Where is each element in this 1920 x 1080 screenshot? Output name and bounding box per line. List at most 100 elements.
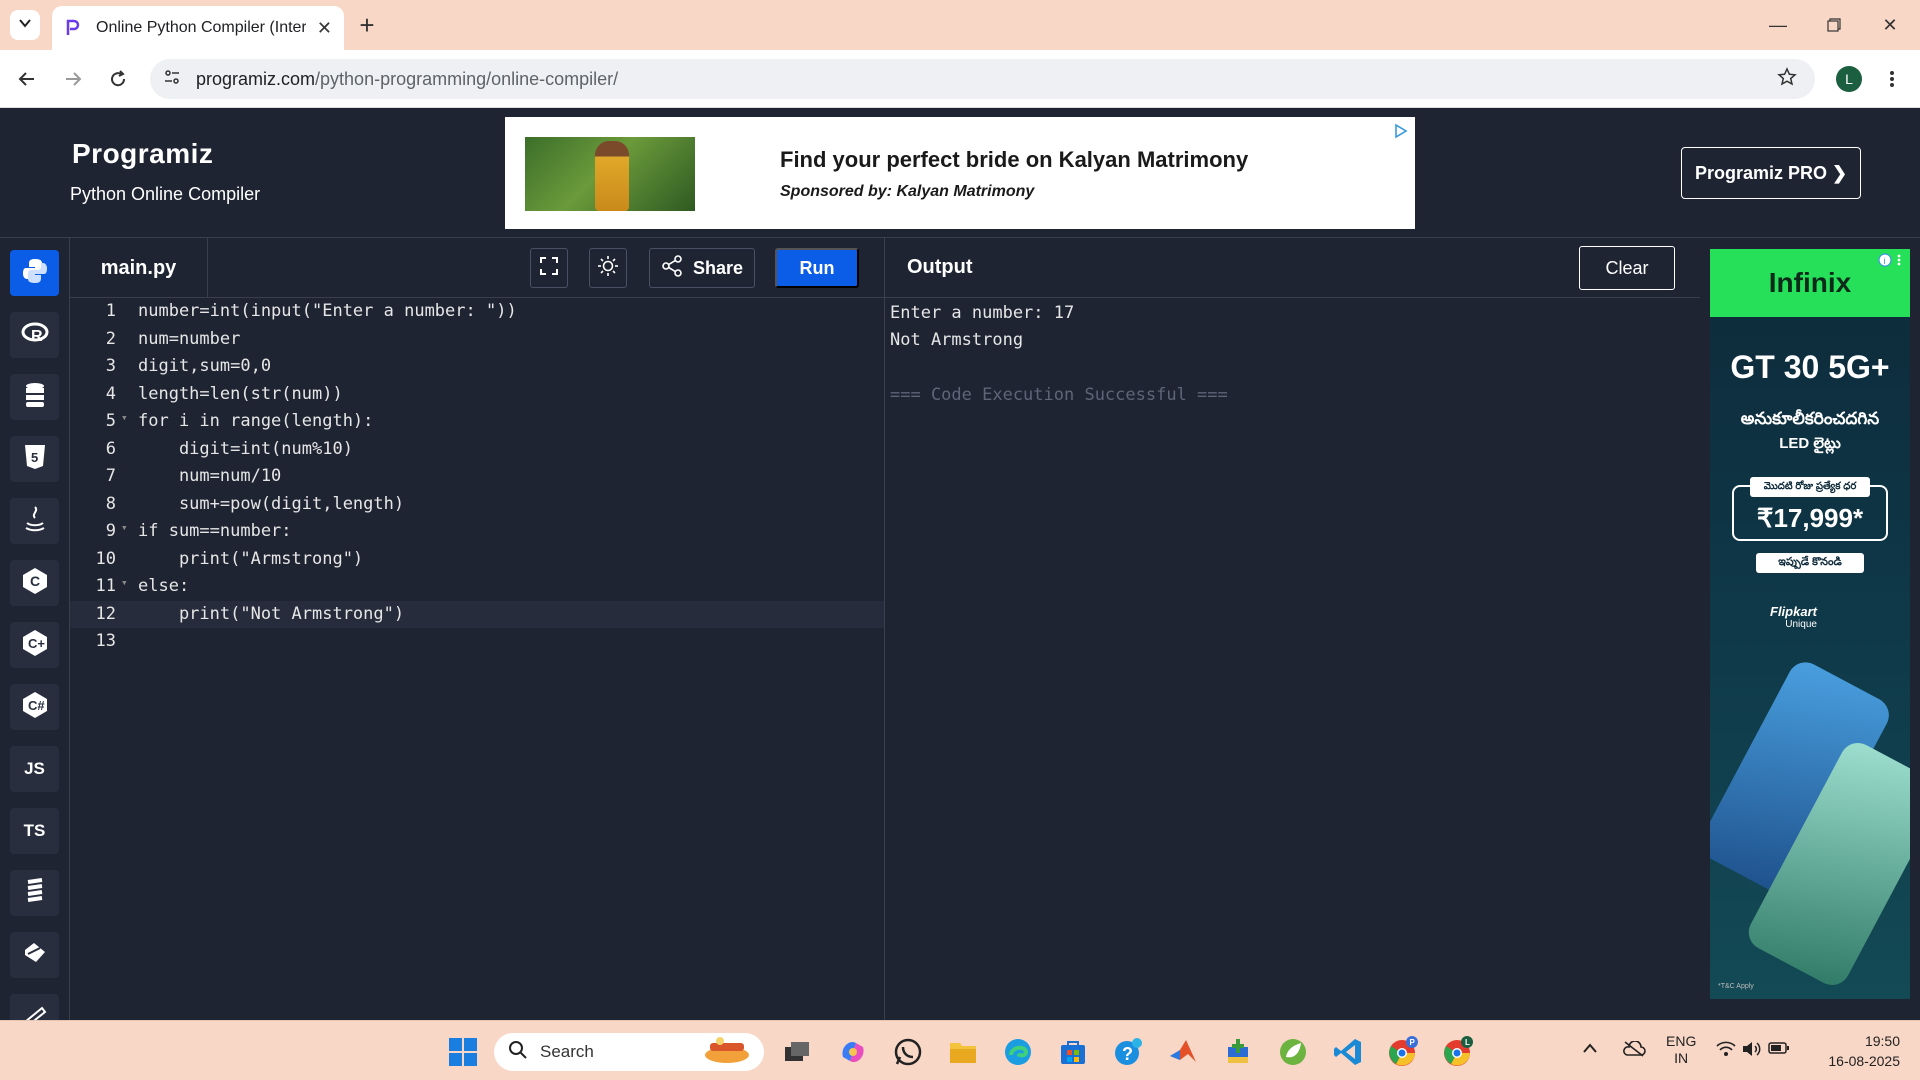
- code-text: sum+=pow(digit,length): [138, 493, 405, 514]
- code-text: length=len(str(num)): [138, 383, 343, 404]
- code-line-active: 12 print("Not Armstrong"): [70, 600, 885, 628]
- output-title: Output: [907, 256, 973, 278]
- reload-button[interactable]: [103, 64, 133, 94]
- chrome-profile-l-icon[interactable]: L: [1441, 1035, 1475, 1069]
- lang-r[interactable]: R: [10, 312, 59, 358]
- input-language[interactable]: ENG IN: [1666, 1033, 1696, 1067]
- taskbar-search[interactable]: Search: [494, 1033, 764, 1071]
- windows-taskbar: Search ? P L ENG IN 19:50 16-08-2025: [0, 1020, 1920, 1080]
- address-bar[interactable]: programiz.com/python-programming/online-…: [150, 59, 1815, 99]
- help-icon[interactable]: ?: [1111, 1035, 1145, 1069]
- ad-choices-icon[interactable]: [1393, 123, 1409, 144]
- lang-python[interactable]: [10, 250, 59, 296]
- code-text: number=int(input("Enter a number: ")): [138, 301, 517, 321]
- line-number: 13: [95, 631, 116, 651]
- forward-button[interactable]: [58, 64, 88, 94]
- system-clock[interactable]: 19:50 16-08-2025: [1810, 1031, 1900, 1071]
- clear-button[interactable]: Clear: [1579, 246, 1675, 290]
- app-icon[interactable]: [1221, 1035, 1255, 1069]
- fold-arrow-icon[interactable]: ▾: [121, 411, 128, 424]
- lang-java[interactable]: [10, 498, 59, 544]
- close-window-button[interactable]: ✕: [1862, 0, 1918, 50]
- edge-icon[interactable]: [1001, 1035, 1035, 1069]
- profile-avatar[interactable]: L: [1836, 66, 1862, 92]
- vscode-icon[interactable]: [1331, 1035, 1365, 1069]
- new-tab-button[interactable]: +: [352, 10, 382, 40]
- line-number: 8: [105, 493, 116, 514]
- code-line: 8 sum+=pow(digit,length): [70, 491, 885, 518]
- tab-search-dropdown[interactable]: [10, 10, 40, 40]
- output-toolbar: Output Clear: [885, 238, 1700, 298]
- programiz-pro-button[interactable]: Programiz PRO ❯: [1681, 147, 1861, 199]
- ad-price-tag: మొదటి రోజు ప్రత్యేక ధర: [1750, 477, 1870, 497]
- code-line: 2 num=number: [70, 326, 885, 353]
- fullscreen-button[interactable]: [530, 248, 568, 288]
- pane-divider[interactable]: [884, 238, 885, 1020]
- r-icon: R: [21, 322, 49, 349]
- go-icon: [24, 877, 46, 909]
- start-button[interactable]: [446, 1035, 480, 1069]
- bookmark-star-icon[interactable]: [1777, 66, 1797, 92]
- sun-icon: [597, 255, 619, 282]
- site-info-icon[interactable]: [164, 69, 180, 90]
- lang-swift[interactable]: [10, 994, 59, 1020]
- lang-ts[interactable]: TS: [10, 808, 59, 854]
- code-text: num=number: [138, 328, 241, 349]
- back-button[interactable]: [12, 64, 42, 94]
- output-line: Enter a number: 17: [890, 303, 1075, 323]
- lang-html[interactable]: 5: [10, 436, 59, 482]
- tray-chevron-up-icon[interactable]: [1582, 1041, 1598, 1057]
- lang-go[interactable]: [10, 870, 59, 916]
- onedrive-offline-icon[interactable]: [1622, 1040, 1646, 1060]
- microsoft-store-icon[interactable]: [1056, 1035, 1090, 1069]
- whatsapp-icon[interactable]: [891, 1035, 925, 1069]
- spring-icon[interactable]: [1276, 1035, 1310, 1069]
- svg-text:?: ?: [1122, 1044, 1133, 1064]
- browser-menu-icon[interactable]: [1882, 64, 1902, 94]
- battery-icon[interactable]: [1768, 1041, 1790, 1058]
- ad-sponsor: Sponsored by: Kalyan Matrimony: [780, 183, 1035, 200]
- browser-tab-bar: Online Python Compiler (Interpreter) ✕ +…: [0, 0, 1920, 50]
- code-line: 5 ▾ for i in range(length):: [70, 408, 885, 435]
- matlab-icon[interactable]: [1166, 1035, 1200, 1069]
- language-sidebar: R 5 C C+ C# JS TS: [0, 238, 70, 1020]
- code-text: print("Not Armstrong"): [138, 603, 405, 624]
- fold-arrow-icon[interactable]: ▾: [121, 576, 128, 589]
- ad-model: GT 30 5G+: [1730, 349, 1890, 385]
- csharp-icon: C#: [22, 691, 48, 724]
- fold-arrow-icon[interactable]: ▾: [121, 521, 128, 534]
- share-button[interactable]: Share: [649, 248, 755, 288]
- restore-button[interactable]: [1806, 0, 1862, 50]
- file-explorer-icon[interactable]: [946, 1035, 980, 1069]
- task-view-icon[interactable]: [780, 1035, 814, 1069]
- lang-sql[interactable]: [10, 374, 59, 420]
- svg-text:C+: C+: [28, 636, 45, 651]
- sidebar-ad[interactable]: Infinix i GT 30 5G+ అనుకూలీకరించదగిన LED…: [1710, 249, 1910, 999]
- ad-person-image: [595, 141, 629, 211]
- lang-cpp[interactable]: C+: [10, 622, 59, 668]
- lang-js[interactable]: JS: [10, 746, 59, 792]
- share-icon: [661, 254, 683, 282]
- close-tab-icon[interactable]: ✕: [317, 18, 332, 39]
- minimize-button[interactable]: —: [1750, 0, 1806, 50]
- lang-php[interactable]: [10, 932, 59, 978]
- code-editor[interactable]: 1 number=int(input("Enter a number: ")) …: [70, 298, 885, 1020]
- volume-icon[interactable]: [1742, 1041, 1762, 1060]
- lang-csharp[interactable]: C#: [10, 684, 59, 730]
- ad-info-icons[interactable]: i: [1878, 253, 1908, 269]
- ad-banner[interactable]: Find your perfect bride on Kalyan Matrim…: [505, 117, 1415, 229]
- output-line: Not Armstrong: [890, 330, 1024, 350]
- programiz-logo[interactable]: Programiz: [72, 138, 213, 170]
- browser-tab[interactable]: Online Python Compiler (Interpreter) ✕: [52, 6, 344, 50]
- file-tab-main-py[interactable]: main.py: [70, 238, 208, 298]
- theme-toggle-button[interactable]: [589, 248, 627, 288]
- chrome-profile-p-icon[interactable]: P: [1386, 1035, 1420, 1069]
- run-button[interactable]: Run: [775, 248, 859, 288]
- lang-c[interactable]: C: [10, 560, 59, 606]
- copilot-icon[interactable]: [836, 1035, 870, 1069]
- wifi-icon[interactable]: [1716, 1041, 1736, 1060]
- url-text: programiz.com/python-programming/online-…: [196, 69, 618, 90]
- clock-time: 19:50: [1864, 1033, 1900, 1049]
- code-line: 3 digit,sum=0,0: [70, 353, 885, 380]
- svg-text:P: P: [1410, 1038, 1416, 1047]
